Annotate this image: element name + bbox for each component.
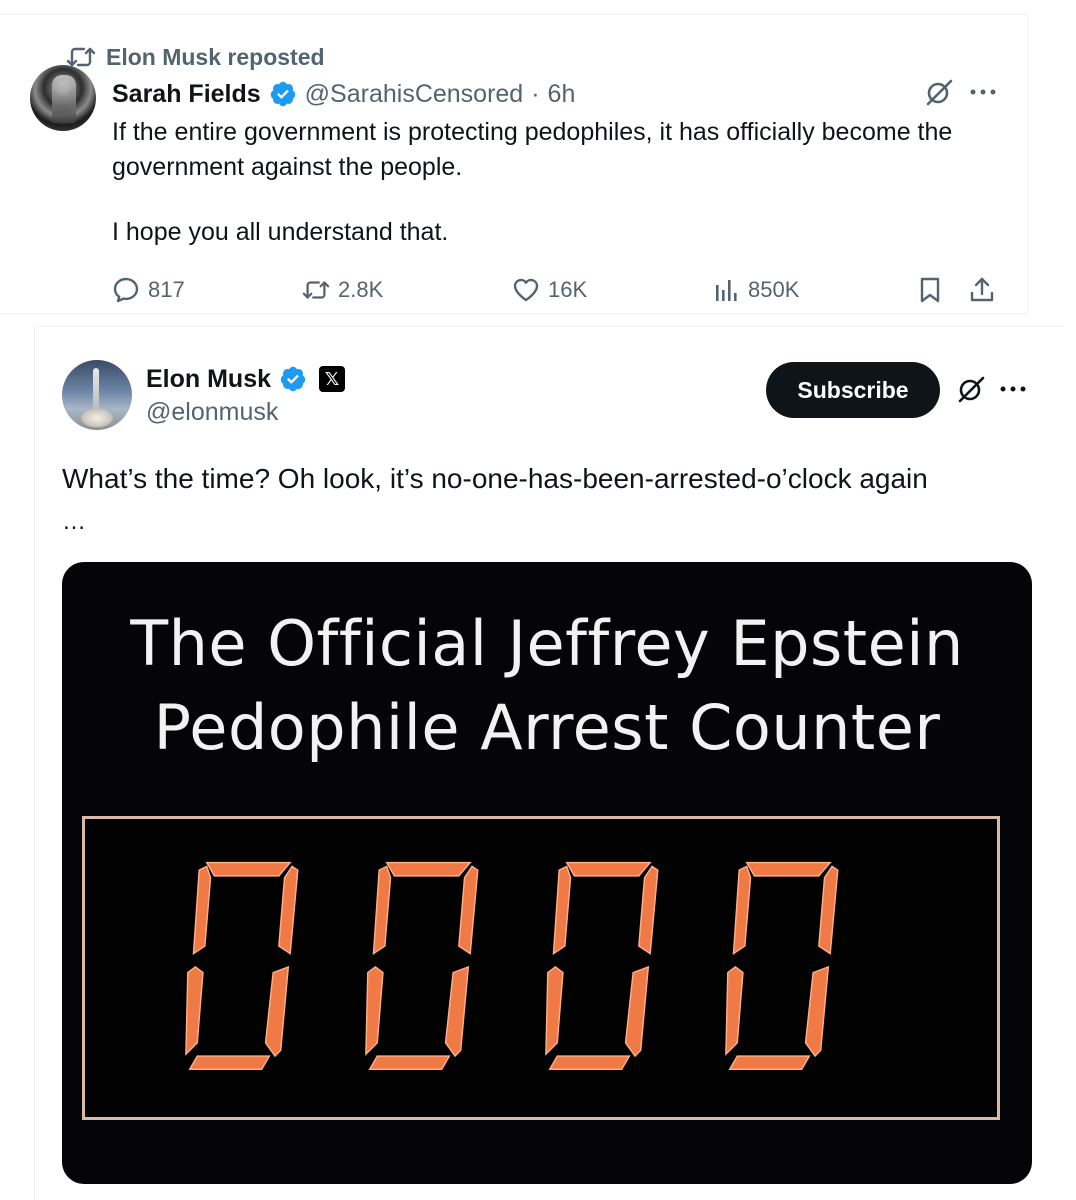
reposted-tweet-card[interactable]: Elon Musk reposted Sarah Fields @Sarahis… <box>0 14 1028 314</box>
repost-icon <box>302 281 330 299</box>
arrest-counter-display: 0000 <box>82 816 1000 1120</box>
digit-segment <box>545 966 564 1056</box>
digit-segment <box>372 865 392 956</box>
media-title: The Official Jeffrey Epstein Pedophile A… <box>62 602 1032 770</box>
digit-segment <box>188 1055 271 1071</box>
repost-icon <box>66 46 96 68</box>
digit-segment <box>804 965 830 1058</box>
author-name[interactable]: Sarah Fields <box>112 80 261 109</box>
heart-icon <box>513 278 539 302</box>
reply-icon <box>113 277 139 303</box>
analytics-icon <box>716 280 737 301</box>
subscribe-button[interactable]: Subscribe <box>766 362 940 418</box>
share-icon <box>970 277 994 302</box>
avatar[interactable] <box>30 65 96 131</box>
digit-segment <box>385 861 472 877</box>
digit-segment <box>745 861 832 877</box>
tweet-header: Elon Musk 𝕏 <box>146 362 346 396</box>
digit-segment <box>565 861 652 877</box>
digit-segment <box>192 865 212 956</box>
bookmark-button[interactable] <box>916 273 944 307</box>
digit-segment <box>264 965 290 1058</box>
author-name[interactable]: Elon Musk <box>146 365 271 394</box>
grok-icon[interactable] <box>924 77 954 107</box>
digit-segment <box>638 865 659 955</box>
counter-digit <box>351 855 487 1075</box>
tweet-text-paragraph: I hope you all understand that. <box>112 218 449 246</box>
view-count: 850K <box>748 277 800 302</box>
more-options-icon[interactable] <box>1000 385 1026 393</box>
separator-dot: · <box>531 79 540 108</box>
digit-segment <box>725 966 744 1056</box>
repost-count: 2.8K <box>338 277 384 302</box>
grok-icon[interactable] <box>956 374 986 404</box>
header-actions <box>956 374 1026 404</box>
repost-indicator: Elon Musk reposted <box>66 43 325 71</box>
reply-button[interactable]: 817 <box>112 273 185 307</box>
counter-digit <box>711 855 847 1075</box>
digit-segment <box>728 1055 811 1071</box>
tweet-text: What’s the time? Oh look, it’s no-one-ha… <box>62 463 928 494</box>
more-options-icon[interactable] <box>970 88 996 96</box>
avatar[interactable] <box>62 360 132 430</box>
author-handle[interactable]: @SarahisCensored <box>305 80 524 109</box>
counter-digit <box>171 855 307 1075</box>
tweet-text: If the entire government is protecting p… <box>112 115 992 250</box>
like-count: 16K <box>548 277 588 302</box>
media-title-line: Pedophile Arrest Counter <box>153 691 941 764</box>
engagement-bar: 817 2.8K 16K 850K <box>112 273 1002 307</box>
verified-badge-icon[interactable] <box>279 365 307 393</box>
reply-count: 817 <box>148 277 185 302</box>
digit-segment <box>458 865 479 955</box>
share-button[interactable] <box>968 273 996 307</box>
counter-digits <box>171 855 847 1075</box>
verified-badge-icon[interactable] <box>269 80 297 108</box>
bookmark-icon <box>920 277 940 303</box>
like-button[interactable]: 16K <box>512 273 587 307</box>
media-title-line: The Official Jeffrey Epstein <box>130 607 964 680</box>
digit-segment <box>548 1055 631 1071</box>
views-button[interactable]: 850K <box>712 273 799 307</box>
digit-segment <box>205 861 292 877</box>
repost-button[interactable]: 2.8K <box>302 273 383 307</box>
digit-segment <box>732 865 752 956</box>
timestamp[interactable]: 6h <box>548 80 576 109</box>
header-actions <box>924 77 996 107</box>
x-affiliate-badge-icon[interactable]: 𝕏 <box>319 366 346 392</box>
digit-segment <box>818 865 839 955</box>
counter-digit <box>531 855 667 1075</box>
digit-segment <box>365 966 384 1056</box>
author-handle[interactable]: @elonmusk <box>146 398 278 427</box>
digit-segment <box>278 865 299 955</box>
digit-segment <box>185 966 204 1056</box>
digit-segment <box>624 965 650 1058</box>
digit-segment <box>444 965 470 1058</box>
digit-segment <box>368 1055 451 1071</box>
tweet-header: Sarah Fields @SarahisCensored · 6h <box>112 77 575 111</box>
show-more-ellipsis[interactable]: … <box>62 508 87 536</box>
tweet-text-paragraph: If the entire government is protecting p… <box>112 118 953 181</box>
repost-label[interactable]: Elon Musk reposted <box>106 44 325 71</box>
tweet-media-image[interactable]: The Official Jeffrey Epstein Pedophile A… <box>62 562 1032 1184</box>
counter-value: 0000 <box>85 819 86 820</box>
digit-segment <box>552 865 572 956</box>
